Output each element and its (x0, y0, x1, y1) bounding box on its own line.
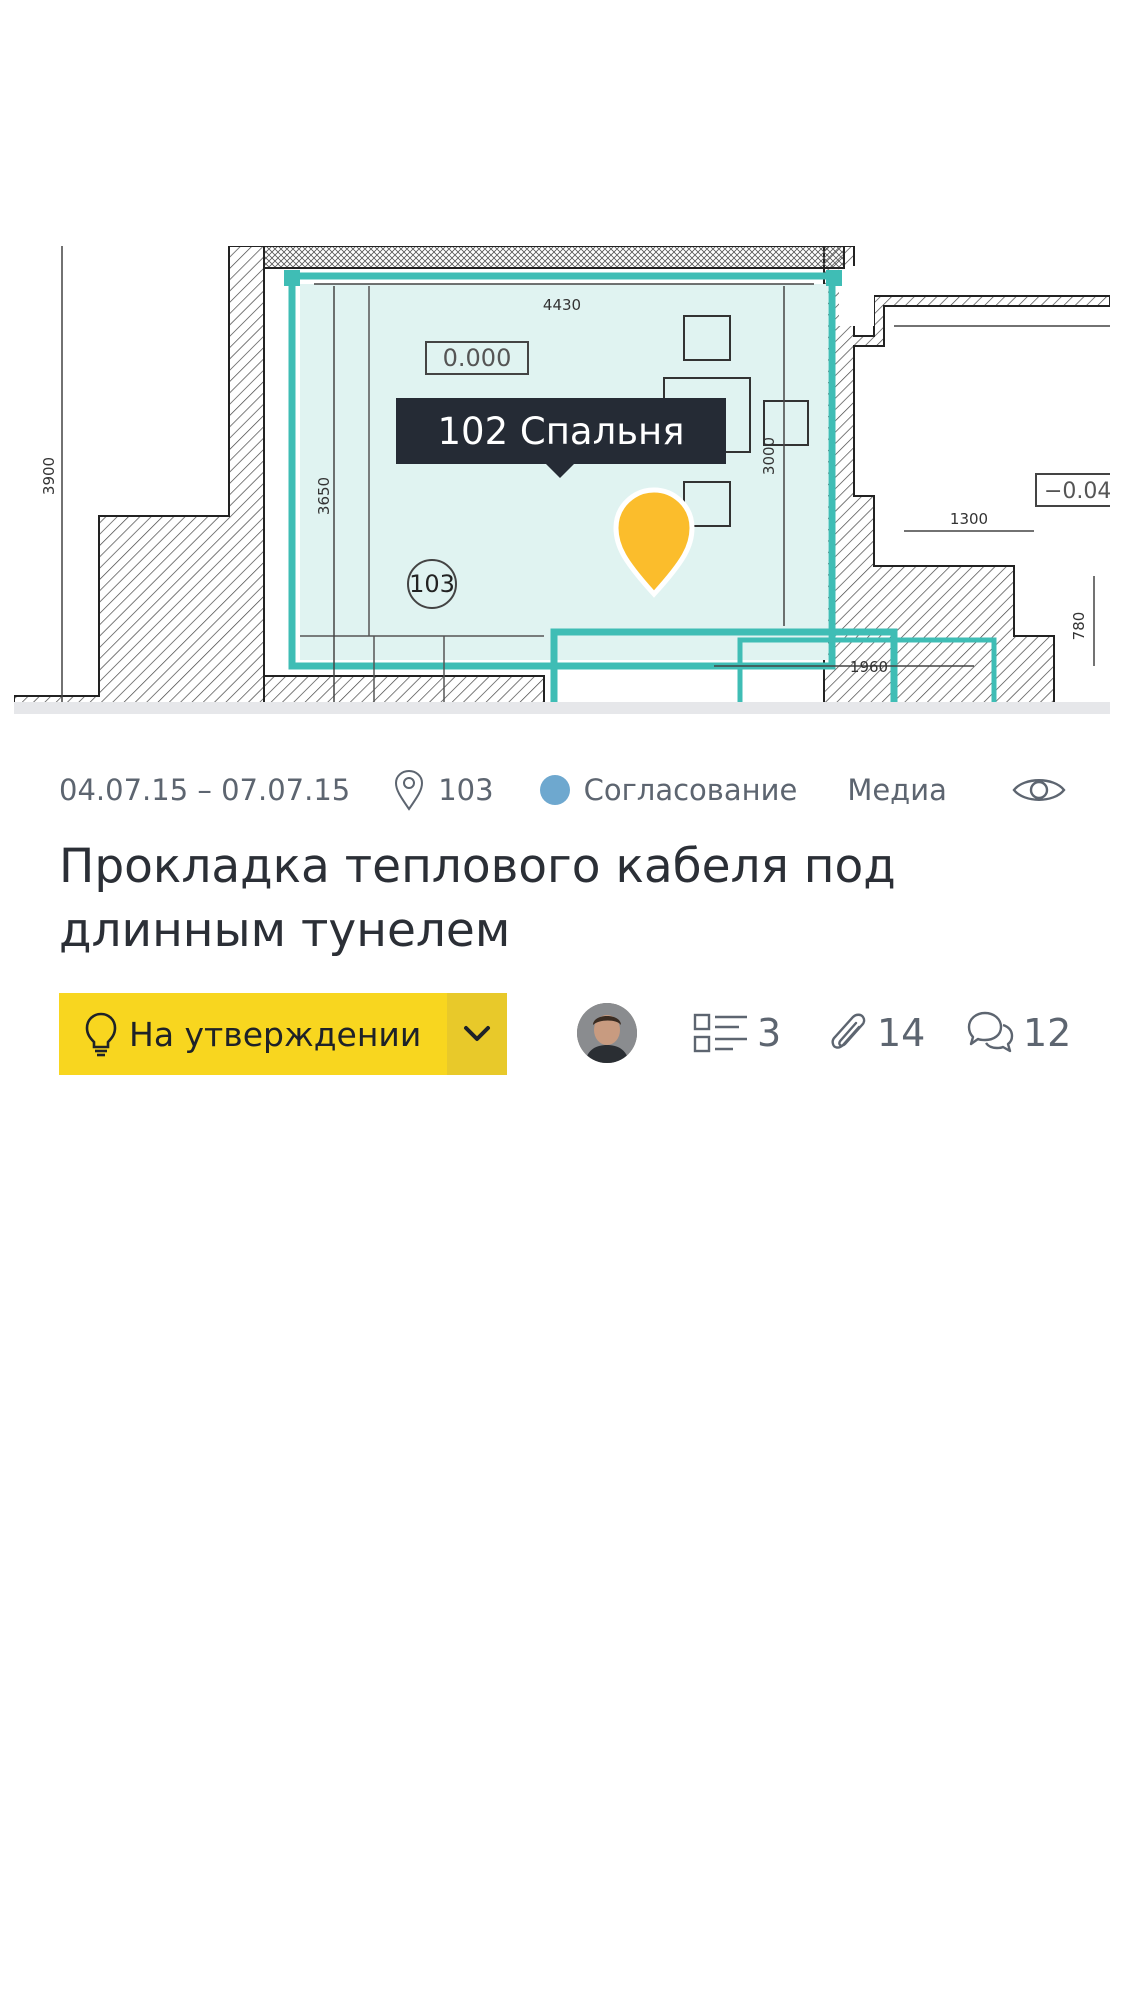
svg-text:780: 780 (1070, 612, 1088, 641)
svg-text:3900: 3900 (40, 457, 58, 495)
task-location[interactable]: 103 (394, 769, 494, 811)
comments-icon (967, 1011, 1014, 1053)
status-dropdown-toggle[interactable] (447, 993, 507, 1075)
checklist-count: 3 (757, 1011, 782, 1055)
lightbulb-icon (85, 1012, 117, 1057)
svg-text:1300: 1300 (950, 510, 988, 528)
assignee-avatar[interactable] (577, 1003, 637, 1063)
attachments-count: 14 (877, 1011, 926, 1055)
status-button[interactable]: На утверждении (59, 993, 507, 1075)
media-link[interactable]: Медиа (847, 773, 1012, 807)
chevron-down-icon (464, 1026, 490, 1041)
svg-text:4430: 4430 (543, 296, 581, 314)
floor-plan[interactable]: 4430 3900 3650 3000 1300 780 1960 0.000 … (14, 246, 1110, 714)
attachments-counter[interactable]: 14 (829, 1001, 925, 1065)
stage-dot (539, 775, 570, 805)
eye-icon[interactable] (1012, 774, 1066, 806)
checklist-icon (693, 1013, 747, 1053)
svg-text:3000: 3000 (760, 437, 778, 475)
svg-text:1960: 1960 (850, 658, 888, 676)
location-pin-icon (395, 769, 424, 811)
svg-text:−0.04: −0.04 (1044, 479, 1110, 504)
comments-count: 12 (1023, 1011, 1072, 1055)
plan-divider (14, 702, 1110, 714)
task-stage[interactable]: Согласование (539, 773, 798, 807)
stage-label: Согласование (583, 773, 798, 807)
task-meta-row: 04.07.15 – 07.07.15 103 Согласование Мед… (59, 765, 1066, 815)
checklist-counter[interactable]: 3 (693, 1001, 781, 1065)
task-title: Прокладка теплового кабеля под длинным т… (59, 839, 896, 958)
svg-text:103: 103 (409, 570, 455, 598)
task-actions-row: На утверждении 3 14 12 (59, 993, 1071, 1075)
paperclip-icon (831, 1013, 866, 1049)
svg-text:0.000: 0.000 (443, 344, 512, 372)
location-label: 103 (438, 773, 494, 807)
comments-counter[interactable]: 12 (965, 1001, 1071, 1065)
svg-text:102 Спальня: 102 Спальня (438, 410, 685, 453)
status-label: На утверждении (129, 1014, 422, 1054)
svg-text:3650: 3650 (315, 477, 333, 515)
task-dates: 04.07.15 – 07.07.15 (59, 773, 351, 807)
